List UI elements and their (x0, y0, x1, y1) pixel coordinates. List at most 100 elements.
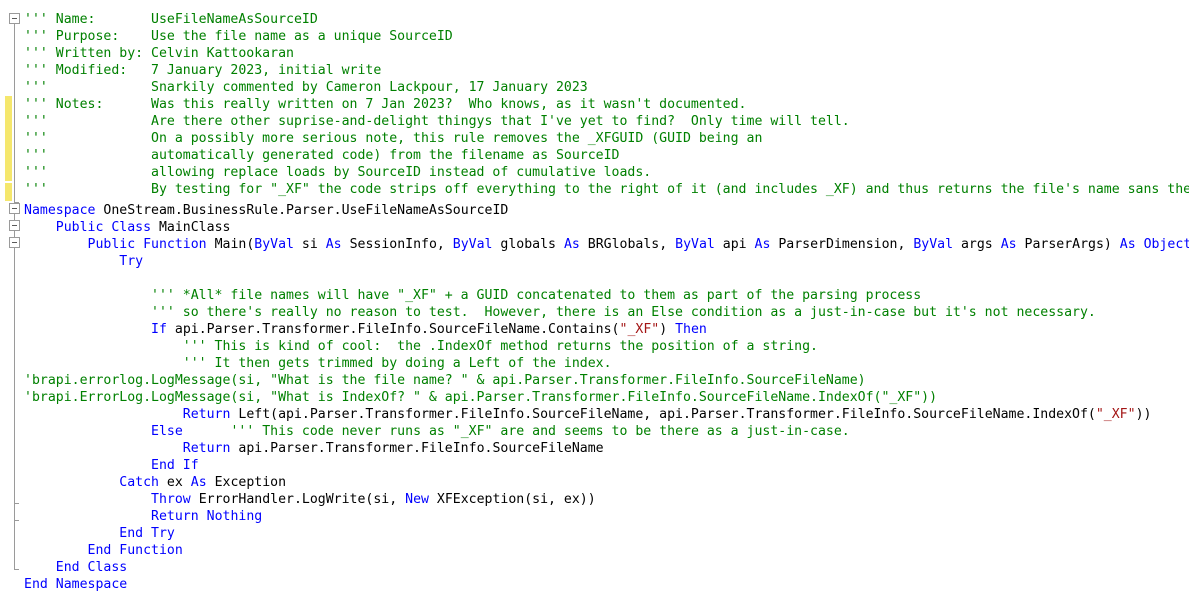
token-kw: Else (151, 424, 183, 439)
code-line-end-function[interactable]: End Function (24, 542, 183, 559)
code-line-throw[interactable]: Throw ErrorHandler.LogWrite(si, New XFEx… (24, 491, 596, 508)
comment-line-notes-2[interactable]: ''' Are there other suprise-and-delight … (24, 113, 850, 130)
token-cmt: ''' allowing replace loads by SourceID i… (24, 165, 652, 180)
token-id: api (714, 237, 755, 252)
token-kw: As (1000, 237, 1017, 252)
code-line-function-main[interactable]: Public Function Main(ByVal si As Session… (24, 236, 1189, 253)
token-id: ParserArgs) (1016, 237, 1120, 252)
comment-line-notes-5[interactable]: ''' allowing replace loads by SourceID i… (24, 164, 651, 181)
editor-gutter[interactable] (0, 0, 24, 593)
fold-toggle-function[interactable] (9, 237, 20, 248)
fold-guide-foot-3 (14, 569, 19, 570)
token-id (24, 322, 151, 337)
comment-line-trimmed-by-left[interactable]: ''' It then gets trimmed by doing a Left… (24, 355, 612, 372)
token-id: ex (158, 475, 191, 490)
token-str: "_XF" (619, 322, 660, 337)
token-kw: End Try (119, 526, 175, 541)
token-id (183, 424, 231, 439)
token-id: MainClass (151, 220, 231, 235)
token-kw: Try (119, 254, 144, 269)
token-id (24, 254, 119, 269)
code-line-end-if[interactable]: End If (24, 457, 199, 474)
code-text-area[interactable]: ''' Name: UseFileNameAsSourceID ''' Purpo… (24, 0, 1189, 593)
token-id: XFException(si, ex)) (428, 492, 596, 507)
token-cmt: ''' *All* file names will have "_XF" + a… (24, 288, 922, 303)
code-line-end-class[interactable]: End Class (24, 559, 127, 576)
token-kw: As (190, 475, 207, 490)
comment-line-no-reason-to-test[interactable]: ''' so there's really no reason to test.… (24, 304, 1096, 321)
token-id: args (953, 237, 1001, 252)
token-id: BRGlobals, (579, 237, 676, 252)
comment-line-notes[interactable]: ''' Notes: Was this really written on 7 … (24, 96, 747, 113)
code-editor[interactable]: ''' Name: UseFileNameAsSourceID ''' Purpo… (0, 0, 1189, 593)
code-line-if-contains[interactable]: If api.Parser.Transformer.FileInfo.Sourc… (24, 321, 707, 338)
token-kw: Return (182, 441, 231, 456)
comment-line-logmessage-indexof[interactable]: 'brapi.ErrorLog.LogMessage(si, "What is … (24, 389, 937, 406)
token-kw: As (754, 237, 771, 252)
fold-guide-line-3 (14, 248, 15, 503)
token-id: SessionInfo, (341, 237, 453, 252)
comment-line-all-filenames[interactable]: ''' *All* file names will have "_XF" + a… (24, 287, 921, 304)
token-id (24, 475, 119, 490)
fold-toggle-namespace[interactable] (9, 203, 20, 214)
token-cmt: ''' By testing for "_XF" the code strips… (24, 182, 1189, 197)
code-line-return-left[interactable]: Return Left(api.Parser.Transformer.FileI… (24, 406, 1152, 423)
token-cmt: ''' It then gets trimmed by doing a Left… (24, 356, 612, 371)
token-id: ParserDimension, (770, 237, 914, 252)
token-kw: If (151, 322, 167, 337)
code-line-try[interactable]: Try (24, 253, 143, 270)
comment-line-written-by[interactable]: ''' Written by: Celvin Kattookaran (24, 45, 294, 62)
token-id (24, 509, 151, 524)
token-kw: Public Class (55, 220, 152, 235)
code-line-class[interactable]: Public Class MainClass (24, 219, 231, 236)
token-cmt: ''' Snarkily commented by Cameron Lackpo… (24, 80, 588, 95)
token-kw: ByVal (452, 237, 493, 252)
comment-line-notes-6[interactable]: ''' By testing for "_XF" the code strips… (24, 181, 1189, 198)
token-kw: Return (182, 407, 231, 422)
code-line-return-nothing[interactable]: Return Nothing (24, 508, 262, 525)
comment-line-logmessage-filename[interactable]: 'brapi.errorlog.LogMessage(si, "What is … (24, 372, 866, 389)
token-id (24, 441, 183, 456)
token-id: Exception (206, 475, 287, 490)
comment-line-purpose[interactable]: ''' Purpose: Use the file name as a uniq… (24, 28, 453, 45)
token-id: api.Parser.Transformer.FileInfo.SourceFi… (230, 441, 604, 456)
token-kw: End Function (87, 543, 183, 558)
code-line-else[interactable]: Else ''' This code never runs as "_XF" a… (24, 423, 850, 440)
change-marker-0 (5, 96, 12, 181)
code-line-return-sourcefilename[interactable]: Return api.Parser.Transformer.FileInfo.S… (24, 440, 604, 457)
token-kw: ByVal (675, 237, 715, 252)
token-kw: New (405, 492, 429, 507)
token-id: ErrorHandler.LogWrite(si, (190, 492, 406, 507)
token-cmt: ''' Purpose: Use the file name as a uniq… (24, 29, 453, 44)
token-kw: As (563, 237, 580, 252)
code-line-end-namespace[interactable]: End Namespace (24, 576, 127, 593)
token-id: si (293, 237, 326, 252)
token-kw: End Class (55, 560, 128, 575)
code-line-end-try[interactable]: End Try (24, 525, 175, 542)
token-id: OneStream.BusinessRule.Parser.UseFileNam… (95, 203, 509, 218)
fold-toggle-class[interactable] (9, 220, 20, 231)
comment-line-notes-3[interactable]: ''' On a possibly more serious note, thi… (24, 130, 762, 147)
change-marker-1 (5, 183, 12, 201)
fold-toggle-header-comment[interactable] (9, 13, 20, 24)
comment-line-name[interactable]: ''' Name: UseFileNameAsSourceID (24, 11, 318, 28)
fold-guide-foot-1 (14, 503, 19, 504)
token-cmt: 'brapi.errorlog.LogMessage(si, "What is … (24, 373, 866, 388)
code-line-namespace[interactable]: Namespace OneStream.BusinessRule.Parser.… (24, 202, 508, 219)
token-kw: Then (675, 322, 707, 337)
token-id: Left(api.Parser.Transformer.FileInfo.Sou… (230, 407, 1096, 422)
code-line-catch[interactable]: Catch ex As Exception (24, 474, 286, 491)
token-id (24, 220, 56, 235)
token-kw: ByVal (254, 237, 294, 252)
token-id (24, 407, 183, 422)
token-cmt: ''' Are there other suprise-and-delight … (24, 114, 850, 129)
token-cmt: 'brapi.ErrorLog.LogMessage(si, "What is … (24, 390, 938, 405)
token-id (24, 560, 56, 575)
token-id (24, 526, 119, 541)
comment-line-kind-of-cool[interactable]: ''' This is kind of cool: the .IndexOf m… (24, 338, 818, 355)
comment-line-notes-4[interactable]: ''' automatically generated code) from t… (24, 147, 619, 164)
comment-line-modified[interactable]: ''' Modified: 7 January 2023, initial wr… (24, 62, 381, 79)
token-kw: Return Nothing (151, 509, 263, 524)
token-id: Main( (206, 237, 255, 252)
comment-line-modified-2[interactable]: ''' Snarkily commented by Cameron Lackpo… (24, 79, 588, 96)
